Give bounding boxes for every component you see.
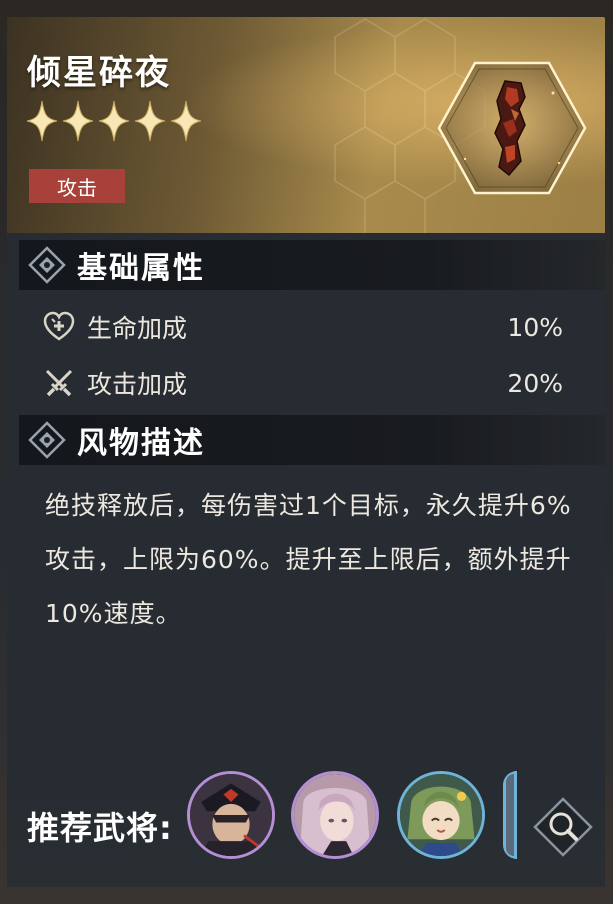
star-icon [62,100,94,142]
diamond-eye-icon [28,246,66,284]
stat-value: 20% [507,368,563,398]
star-icon [26,100,58,142]
star-icon [170,100,202,142]
general-officer-avatar[interactable] [187,771,275,859]
stat-row-hp: 生命加成 10% [43,305,563,349]
item-type-tag: 攻击 [29,169,125,203]
item-header: 倾星碎夜 攻击 [7,17,605,233]
pink-hair-avatar[interactable] [291,771,379,859]
base-attributes-header: 基础属性 [19,240,605,290]
star-icon [134,100,166,142]
green-hair-avatar[interactable] [397,771,485,859]
lore-description: 绝技释放后，每伤害过1个目标，永久提升6%攻击，上限为60%。提升至上限后，额外… [45,491,572,628]
rarity-stars [25,99,203,143]
more-avatar-partial[interactable] [503,771,517,859]
crossed-swords-icon [45,369,73,397]
diamond-eye-icon [28,421,66,459]
magnifier-icon[interactable] [531,795,595,859]
lore-title: 风物描述 [77,426,205,461]
relic-image-frame [435,59,589,197]
stat-row-attack: 攻击加成 20% [43,361,563,405]
lore-header: 风物描述 [19,415,605,465]
stat-name: 生命加成 [87,314,188,343]
item-detail-card: 倾星碎夜 攻击 基础属性 生命加成 10% 攻击加成 20% 风物描述 绝技释放… [7,17,605,887]
base-attributes-title: 基础属性 [77,251,205,286]
star-icon [98,100,130,142]
heart-plus-icon [43,311,75,341]
stat-value: 10% [507,312,563,342]
item-title: 倾星碎夜 [27,53,171,93]
crimson-crystal-relic-icon [437,61,587,195]
recommended-label: 推荐武将: [27,809,173,847]
stat-name: 攻击加成 [87,370,188,399]
